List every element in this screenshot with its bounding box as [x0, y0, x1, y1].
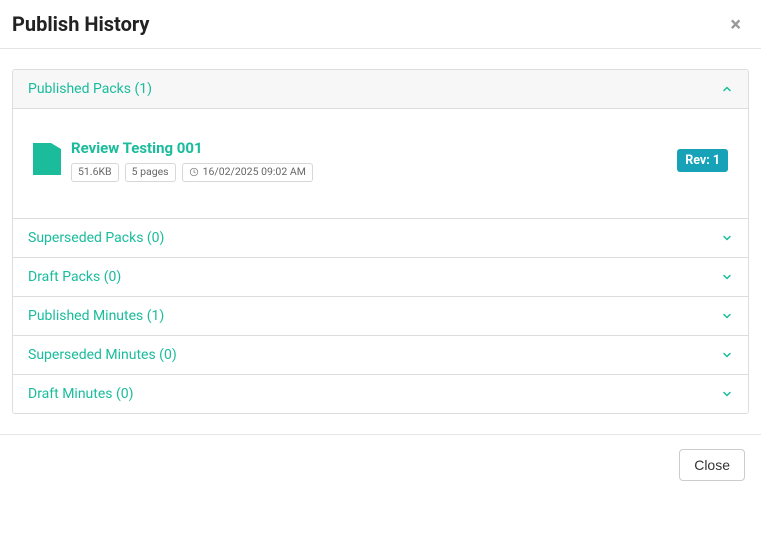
modal-header: Publish History ×: [0, 0, 761, 49]
accordion-header-draft-packs[interactable]: Draft Packs (0): [13, 258, 748, 296]
document-meta-row: 51.6KB 5 pages 16/02/2025 09:02 AM: [71, 163, 313, 182]
modal-body: Published Packs (1): [0, 49, 761, 434]
accordion-title: Draft Minutes (0): [28, 386, 134, 402]
chevron-down-icon: [721, 232, 733, 244]
accordion-header-published-minutes[interactable]: Published Minutes (1): [13, 297, 748, 335]
size-tag: 51.6KB: [71, 163, 119, 182]
accordion-header-published-packs[interactable]: Published Packs (1): [13, 70, 748, 109]
document-icon: [33, 139, 61, 175]
chevron-up-icon: [721, 83, 733, 95]
document-info: Review Testing 001 51.6KB 5 pages 16/02/…: [71, 139, 313, 182]
accordion-content-published-packs: Review Testing 001 51.6KB 5 pages 16/02/…: [13, 109, 748, 218]
document-row: Review Testing 001 51.6KB 5 pages 16/02/…: [33, 139, 728, 182]
accordion-title: Draft Packs (0): [28, 269, 121, 285]
accordion-item-draft-packs: Draft Packs (0): [13, 257, 748, 296]
close-button[interactable]: Close: [679, 449, 745, 481]
accordion-title: Superseded Packs (0): [28, 230, 164, 246]
publish-history-modal: Publish History × Published Packs (1): [0, 0, 761, 495]
document-title-link[interactable]: Review Testing 001: [71, 139, 313, 157]
revision-badge: Rev: 1: [677, 149, 728, 172]
accordion: Published Packs (1): [12, 69, 749, 414]
pages-tag: 5 pages: [125, 163, 176, 182]
accordion-header-superseded-packs[interactable]: Superseded Packs (0): [13, 219, 748, 257]
accordion-header-draft-minutes[interactable]: Draft Minutes (0): [13, 375, 748, 413]
accordion-item-published-minutes: Published Minutes (1): [13, 296, 748, 335]
accordion-item-published-packs: Published Packs (1): [13, 70, 748, 218]
accordion-item-superseded-minutes: Superseded Minutes (0): [13, 335, 748, 374]
close-icon[interactable]: ×: [726, 14, 745, 34]
accordion-item-draft-minutes: Draft Minutes (0): [13, 374, 748, 413]
document-left: Review Testing 001 51.6KB 5 pages 16/02/…: [33, 139, 313, 182]
chevron-down-icon: [721, 310, 733, 322]
modal-footer: Close: [0, 434, 761, 495]
accordion-title: Published Packs (1): [28, 81, 152, 97]
chevron-down-icon: [721, 271, 733, 283]
accordion-title: Superseded Minutes (0): [28, 347, 177, 363]
chevron-down-icon: [721, 349, 733, 361]
accordion-item-superseded-packs: Superseded Packs (0): [13, 218, 748, 257]
timestamp-text: 16/02/2025 09:02 AM: [203, 166, 306, 179]
accordion-title: Published Minutes (1): [28, 308, 164, 324]
accordion-header-superseded-minutes[interactable]: Superseded Minutes (0): [13, 336, 748, 374]
modal-title: Publish History: [12, 12, 149, 36]
chevron-down-icon: [721, 388, 733, 400]
clock-icon: [189, 167, 199, 177]
timestamp-tag: 16/02/2025 09:02 AM: [182, 163, 313, 182]
